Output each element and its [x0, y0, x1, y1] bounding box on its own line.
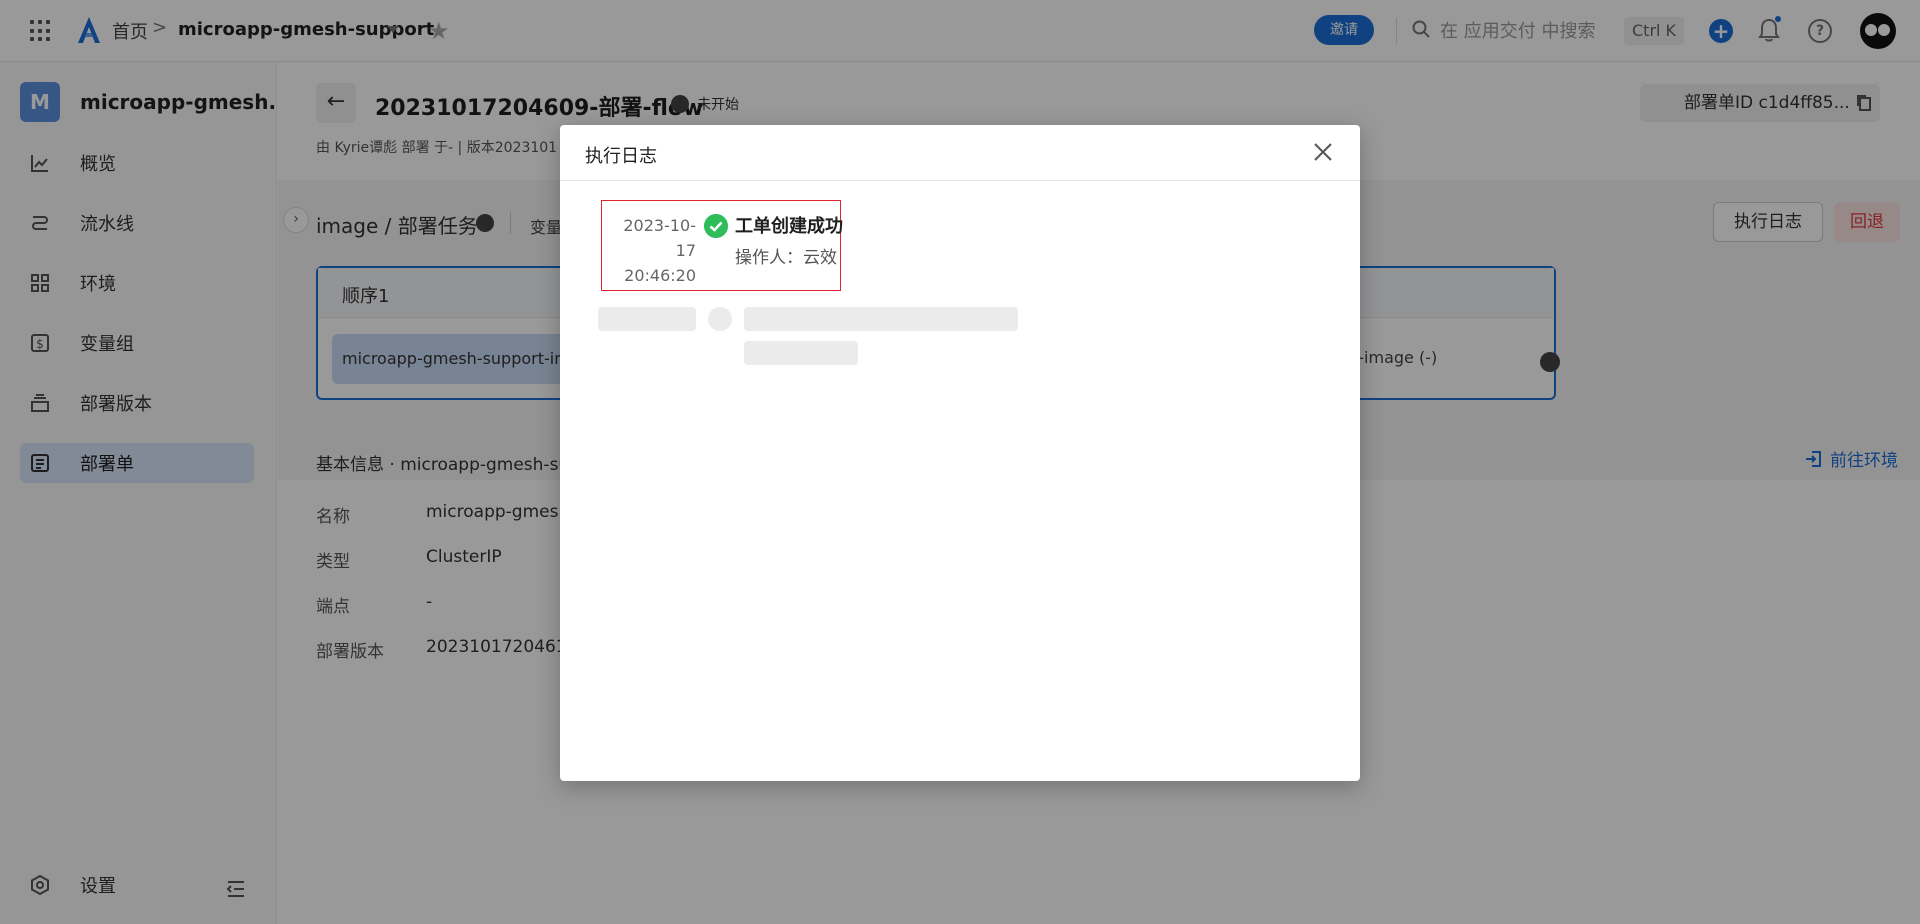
- modal-title: 执行日志: [585, 146, 657, 167]
- modal-header: 执行日志: [560, 125, 1360, 181]
- log-entry[interactable]: 2023-10-17 20:46:20 工单创建成功 操作人：云效: [601, 200, 843, 291]
- skeleton-placeholder: [708, 307, 732, 331]
- check-circle-icon: [704, 214, 728, 238]
- log-time: 20:46:20: [624, 266, 696, 285]
- skeleton-placeholder: [744, 307, 1018, 331]
- log-title: 工单创建成功: [735, 216, 843, 237]
- close-icon[interactable]: [1312, 141, 1334, 163]
- log-timestamp: 2023-10-17 20:46:20: [604, 213, 696, 288]
- log-operator: 操作人：云效: [735, 248, 837, 268]
- execution-log-modal: 执行日志 2023-10-17 20:46:20 工单创建成功 操作人：云效: [560, 125, 1360, 781]
- log-date: 2023-10-17: [623, 216, 696, 260]
- skeleton-placeholder: [598, 307, 696, 331]
- skeleton-placeholder: [744, 341, 858, 365]
